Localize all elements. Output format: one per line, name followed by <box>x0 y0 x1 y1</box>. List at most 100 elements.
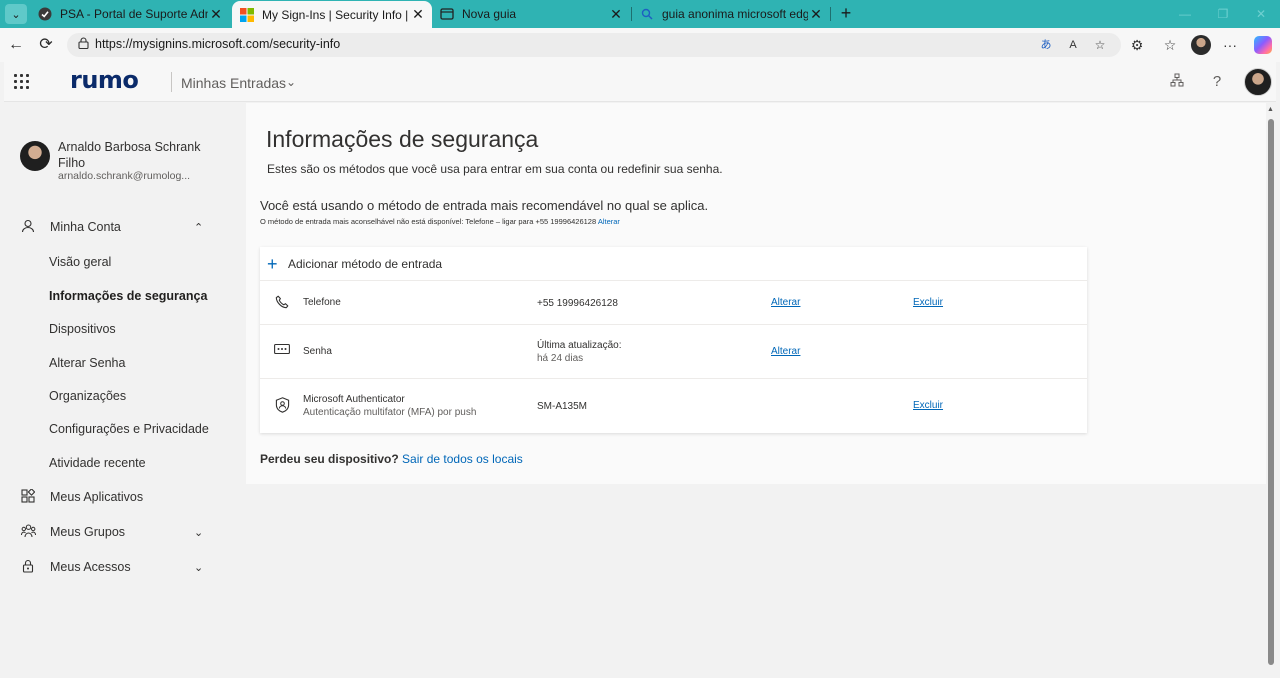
main-content: Informações de segurança Estes são os mé… <box>246 103 1266 484</box>
favorite-star-icon[interactable]: ☆ <box>1091 36 1109 54</box>
plus-icon: + <box>267 253 278 274</box>
sign-out-everywhere-link[interactable]: Sair de todos os locais <box>402 452 523 466</box>
phone-icon <box>273 295 291 313</box>
chevron-down-icon[interactable]: ⌄ <box>194 526 203 539</box>
method-row-senha: Senha Última atualização: há 24 dias Alt… <box>260 325 1087 379</box>
sidebar-item-meus-grupos[interactable]: Meus Grupos ⌄ <box>4 517 246 547</box>
recommended-method-note: O método de entrada mais aconselhável nã… <box>260 217 620 226</box>
method-name: Senha <box>303 346 332 357</box>
page-viewport: rumo Minhas Entradas ⌄ ? Arnaldo Barbosa… <box>4 62 1276 678</box>
chevron-up-icon[interactable]: ⌃ <box>194 221 203 234</box>
sidebar-item-label: Minha Conta <box>50 220 121 234</box>
change-password-link[interactable]: Alterar <box>771 346 800 357</box>
user-avatar[interactable] <box>1244 68 1272 96</box>
tab-title: My Sign-Ins | Security Info | Micro <box>262 7 410 22</box>
browser-tab-bar: ⌄ PSA - Portal de Suporte Administr ✕ My… <box>0 0 1280 28</box>
browser-toolbar: ← ⟳ https://mysignins.microsoft.com/secu… <box>0 28 1280 62</box>
tab-psa[interactable]: PSA - Portal de Suporte Administr ✕ <box>30 0 230 28</box>
organization-icon[interactable] <box>1167 72 1187 92</box>
sidebar-item-atividade-recente[interactable]: Atividade recente <box>49 451 146 475</box>
people-group-icon <box>20 524 36 541</box>
tab-nova-guia[interactable]: Nova guia ✕ <box>432 0 630 28</box>
user-email: arnaldo.schrank@rumolog... <box>58 170 191 182</box>
user-name: Arnaldo Barbosa Schrank Filho <box>58 140 201 170</box>
microsoft-logo-icon <box>240 7 254 22</box>
change-phone-link[interactable]: Alterar <box>771 297 800 308</box>
recommended-note-text: O método de entrada mais aconselhável nã… <box>260 217 597 226</box>
sidebar-item-informacoes-de-seguranca[interactable]: Informações de segurança <box>49 284 207 308</box>
app-header: rumo Minhas Entradas ⌄ ? <box>4 62 1276 102</box>
sidebar-item-dispositivos[interactable]: Dispositivos <box>49 317 116 341</box>
translate-icon[interactable]: あ <box>1037 36 1055 54</box>
new-tab-plus-icon[interactable]: + <box>836 3 856 23</box>
method-row-authenticator: Microsoft Authenticator Autenticação mul… <box>260 379 1087 433</box>
methods-card: + Adicionar método de entrada Telefone +… <box>260 247 1087 433</box>
page-scrollbar[interactable]: ▲ <box>1266 103 1276 678</box>
tab-actions-chevron-icon[interactable]: ⌄ <box>5 4 27 24</box>
url-text[interactable]: https://mysignins.microsoft.com/security… <box>95 37 340 51</box>
tab-title: PSA - Portal de Suporte Administr <box>60 7 208 21</box>
avatar <box>20 141 50 171</box>
close-tab-icon[interactable]: ✕ <box>208 6 224 23</box>
sidebar-item-label: Meus Grupos <box>50 525 126 539</box>
close-window-icon[interactable]: ✕ <box>1241 0 1280 28</box>
sidebar: Arnaldo Barbosa Schrank Filho arnaldo.sc… <box>4 103 246 678</box>
sidebar-item-configuracoes-e-privacidade[interactable]: Configurações e Privacidade <box>49 417 209 441</box>
lost-device-question: Perdeu seu dispositivo? <box>260 452 399 466</box>
method-name: Telefone <box>303 297 341 308</box>
address-bar[interactable]: https://mysignins.microsoft.com/security… <box>67 33 1121 57</box>
back-arrow-icon[interactable]: ← <box>6 35 26 55</box>
minimize-icon[interactable]: — <box>1165 0 1205 28</box>
method-name: Microsoft Authenticator <box>303 394 405 405</box>
scroll-up-arrow-icon[interactable]: ▲ <box>1267 106 1274 113</box>
company-logo[interactable]: rumo <box>70 66 139 94</box>
copilot-icon[interactable] <box>1254 36 1272 54</box>
access-lock-icon <box>20 559 36 576</box>
lock-icon[interactable] <box>75 37 91 53</box>
sidebar-item-label: Meus Aplicativos <box>50 490 144 504</box>
method-row-telefone: Telefone +55 19996426128 Alterar Excluir <box>260 281 1087 325</box>
sidebar-item-meus-aplicativos[interactable]: Meus Aplicativos <box>4 482 246 512</box>
more-options-icon[interactable]: ··· <box>1220 35 1240 55</box>
close-tab-icon[interactable]: ✕ <box>410 6 426 23</box>
page-title: Informações de segurança <box>266 126 539 152</box>
recommended-method-text: Você está usando o método de entrada mai… <box>260 198 709 213</box>
delete-authenticator-link[interactable]: Excluir <box>913 400 943 411</box>
tab-my-sign-ins[interactable]: My Sign-Ins | Security Info | Micro ✕ <box>232 1 432 28</box>
delete-phone-link[interactable]: Excluir <box>913 297 943 308</box>
browser-profile-avatar[interactable] <box>1191 35 1211 55</box>
tab-guia-anonima[interactable]: guia anonima microsoft edge - Pe ✕ <box>632 0 830 28</box>
chevron-down-icon[interactable]: ⌄ <box>286 75 296 89</box>
sidebar-item-visao-geral[interactable]: Visão geral <box>49 250 111 274</box>
sidebar-item-meus-acessos[interactable]: Meus Acessos ⌄ <box>4 552 246 582</box>
help-icon[interactable]: ? <box>1207 72 1227 92</box>
tab-divider <box>830 7 831 21</box>
scroll-thumb[interactable] <box>1268 119 1274 665</box>
psa-favicon-icon <box>38 7 52 21</box>
app-title[interactable]: Minhas Entradas <box>181 75 286 91</box>
sidebar-item-label: Meus Acessos <box>50 560 131 574</box>
maximize-icon[interactable]: ❐ <box>1203 0 1243 28</box>
add-method-label: Adicionar método de entrada <box>288 256 443 271</box>
password-dots-icon <box>273 343 291 361</box>
page-description: Estes são os métodos que você usa para e… <box>267 162 723 176</box>
method-detail-label: Última atualização: <box>537 340 622 351</box>
favorites-icon[interactable]: ☆ <box>1160 35 1180 55</box>
app-launcher-icon[interactable] <box>14 74 30 90</box>
method-detail: +55 19996426128 <box>537 298 618 309</box>
read-aloud-icon[interactable]: A <box>1064 36 1082 54</box>
refresh-icon[interactable]: ⟳ <box>36 35 56 55</box>
header-divider <box>171 72 172 92</box>
chevron-down-icon[interactable]: ⌄ <box>194 561 203 574</box>
method-detail-value: há 24 dias <box>537 353 584 364</box>
close-tab-icon[interactable]: ✕ <box>608 6 624 23</box>
sidebar-item-alterar-senha[interactable]: Alterar Senha <box>49 351 125 375</box>
tab-title: Nova guia <box>462 7 517 21</box>
sidebar-item-organizacoes[interactable]: Organizações <box>49 384 126 408</box>
sidebar-item-minha-conta[interactable]: Minha Conta ⌃ <box>4 212 246 242</box>
search-icon <box>640 7 654 21</box>
extensions-icon[interactable]: ⚙ <box>1127 35 1147 55</box>
add-method-button[interactable]: + Adicionar método de entrada <box>260 247 1087 281</box>
change-default-method-link[interactable]: Alterar <box>598 217 620 226</box>
close-tab-icon[interactable]: ✕ <box>808 6 824 23</box>
